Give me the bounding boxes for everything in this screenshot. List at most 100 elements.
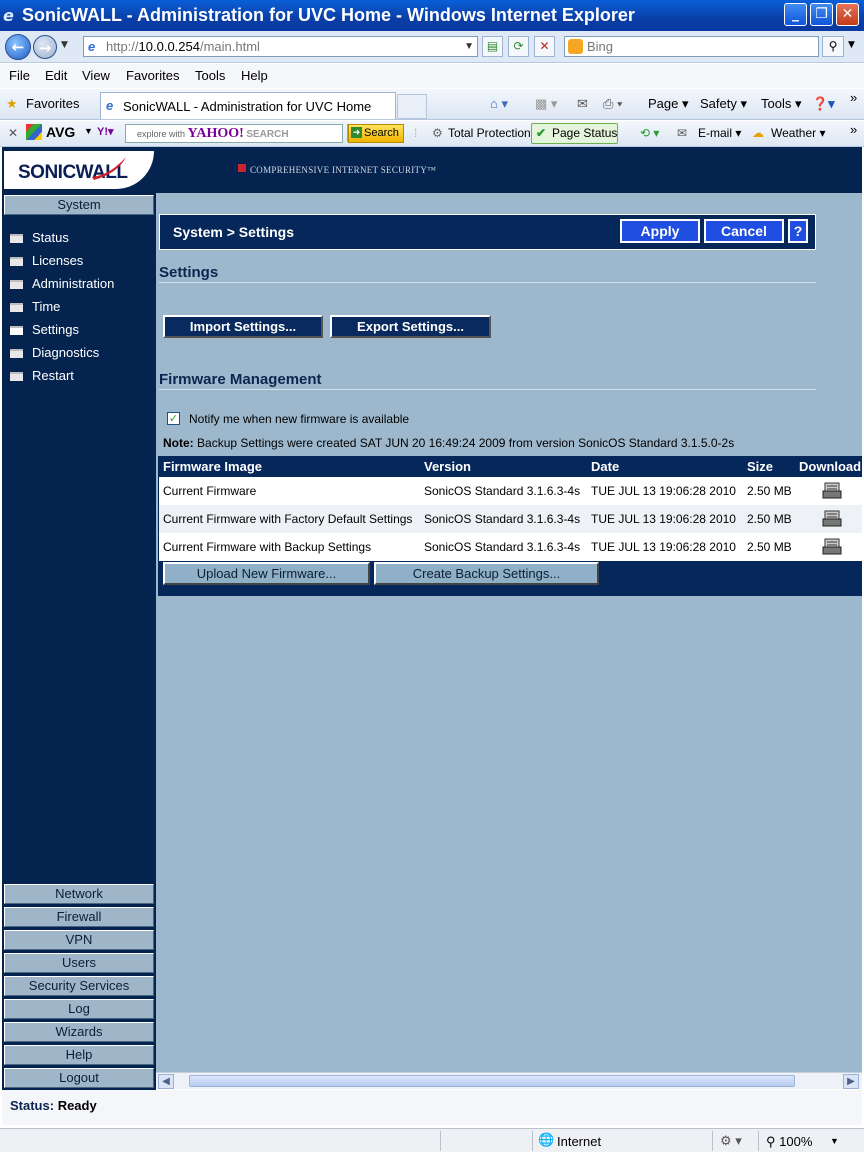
sidebar-button-help[interactable]: Help <box>4 1045 154 1065</box>
menu-help[interactable]: Help <box>241 68 268 83</box>
url-dropdown-icon[interactable]: ▼ <box>464 37 474 56</box>
avg-button[interactable]: AVG <box>46 124 75 140</box>
weather-label: Weather <box>771 126 817 140</box>
recent-pages-chevron-icon[interactable]: ▼ <box>61 40 68 50</box>
search-input[interactable]: Bing <box>564 36 819 57</box>
folder-open-icon <box>10 326 23 335</box>
search-placeholder: Bing <box>587 39 614 54</box>
page-icon: e <box>88 39 96 54</box>
status-label-text: Status: <box>10 1098 55 1113</box>
horizontal-scrollbar[interactable]: ◀ ▶ <box>156 1072 862 1089</box>
firmware-table: Firmware Image Version Date Size Downloa… <box>158 456 862 596</box>
sidebar-item-administration[interactable]: Administration <box>10 276 114 291</box>
sidebar-button-network[interactable]: Network <box>4 884 154 904</box>
weather-button[interactable]: Weather ▾ <box>771 126 826 140</box>
notify-label: Notify me when new firmware is available <box>189 412 410 426</box>
status-separator <box>712 1131 713 1151</box>
toolbar-refresh-icon[interactable]: ⟲ ▾ <box>640 126 659 140</box>
sidebar-section-system[interactable]: System <box>4 195 154 215</box>
bing-icon <box>568 39 583 54</box>
apply-button[interactable]: Apply <box>620 219 700 243</box>
url-prefix: http:// <box>106 39 139 54</box>
sidebar-item-licenses[interactable]: Licenses <box>10 253 83 268</box>
yahoo-y-icon[interactable]: Y!▾ <box>97 125 114 138</box>
menu-tools[interactable]: Tools <box>195 68 225 83</box>
maximize-button[interactable]: ❐ <box>810 3 833 26</box>
date-cell: TUE JUL 13 19:06:28 2010 <box>591 484 736 498</box>
url-input[interactable]: e http://10.0.0.254/main.html ▼ <box>83 36 478 57</box>
toolbar-close-icon[interactable]: ✕ <box>8 126 18 140</box>
download-icon[interactable] <box>822 537 842 555</box>
home-icon[interactable]: ⌂ ▾ <box>490 96 508 112</box>
search-button[interactable]: ➜ Search <box>348 124 404 143</box>
tab-sonicwall[interactable]: e SonicWALL - Administration for UVC Hom… <box>100 92 396 119</box>
sidebar-button-security-services[interactable]: Security Services <box>4 976 154 996</box>
compatibility-view-icon[interactable]: ▤ <box>482 36 503 57</box>
create-backup-button[interactable]: Create Backup Settings... <box>374 562 599 585</box>
total-protection-button[interactable]: Total Protection <box>448 126 531 140</box>
print-icon[interactable]: ⎙ ▾ <box>603 96 622 112</box>
toolbar-overflow-icon[interactable]: » <box>850 90 857 105</box>
url-host: 10.0.0.254 <box>138 39 200 54</box>
menu-favorites[interactable]: Favorites <box>126 68 179 83</box>
favorites-button[interactable]: Favorites <box>26 96 79 111</box>
security-zone: Internet <box>557 1134 602 1149</box>
search-icon[interactable]: ⚲ <box>822 36 844 57</box>
upload-firmware-button[interactable]: Upload New Firmware... <box>163 562 370 585</box>
help-icon[interactable]: ❓▾ <box>812 96 835 112</box>
tools-menu[interactable]: Tools ▾ <box>761 96 802 112</box>
new-tab-button[interactable] <box>397 94 427 119</box>
forward-button[interactable]: → <box>33 35 57 59</box>
help-button[interactable]: ? <box>788 219 808 243</box>
weather-icon: ☁ <box>752 126 764 140</box>
minimize-button[interactable]: _ <box>784 3 807 26</box>
menu-edit[interactable]: Edit <box>45 68 67 83</box>
page-status-bar: Status: Ready <box>2 1090 862 1125</box>
sidebar-button-users[interactable]: Users <box>4 953 154 973</box>
sidebar-item-diagnostics[interactable]: Diagnostics <box>10 345 99 360</box>
avg-chevron-icon[interactable]: ▼ <box>84 126 93 136</box>
notify-checkbox[interactable]: ✓ <box>167 412 180 425</box>
protected-mode-icon[interactable]: ⚙ ▾ <box>720 1133 742 1149</box>
sidebar-button-log[interactable]: Log <box>4 999 154 1019</box>
download-icon[interactable] <box>822 481 842 499</box>
back-button[interactable]: ← <box>5 34 31 60</box>
sonicwall-logo: SONICWALL <box>4 151 154 189</box>
sidebar-button-logout[interactable]: Logout <box>4 1068 154 1088</box>
tools-menu-label: Tools <box>761 96 792 111</box>
search-options-chevron-icon[interactable]: ▼ <box>848 40 855 50</box>
sidebar-item-restart[interactable]: Restart <box>10 368 74 383</box>
toolbar-overflow-icon[interactable]: » <box>850 122 857 137</box>
page-status-button[interactable]: ✔ Page Status <box>531 123 618 144</box>
sidebar-item-time[interactable]: Time <box>10 299 60 314</box>
email-button[interactable]: E-mail ▾ <box>698 126 741 140</box>
avg-logo-icon <box>26 124 42 140</box>
note-label: Note: <box>163 436 194 450</box>
download-icon[interactable] <box>822 509 842 527</box>
sidebar-item-label: Settings <box>32 322 79 337</box>
stop-icon[interactable]: ✕ <box>534 36 555 57</box>
zoom-chevron-icon[interactable]: ▼ <box>830 1136 839 1146</box>
read-mail-icon[interactable]: ✉ <box>577 96 588 112</box>
firmware-heading: Firmware Management <box>159 371 322 388</box>
sidebar-button-firewall[interactable]: Firewall <box>4 907 154 927</box>
scroll-right-icon[interactable]: ▶ <box>843 1074 859 1089</box>
sidebar-item-settings[interactable]: Settings <box>10 322 79 337</box>
cancel-button[interactable]: Cancel <box>704 219 784 243</box>
yahoo-search-input[interactable]: explore with YAHOO! SEARCH <box>125 124 343 143</box>
sidebar-button-vpn[interactable]: VPN <box>4 930 154 950</box>
menu-file[interactable]: File <box>9 68 30 83</box>
sidebar-item-status[interactable]: Status <box>10 230 69 245</box>
safety-menu[interactable]: Safety ▾ <box>700 96 747 112</box>
scroll-left-icon[interactable]: ◀ <box>158 1074 174 1089</box>
scroll-thumb[interactable] <box>189 1075 795 1087</box>
zoom-level[interactable]: ⚲ 100% <box>766 1134 812 1150</box>
sidebar-button-wizards[interactable]: Wizards <box>4 1022 154 1042</box>
import-settings-button[interactable]: Import Settings... <box>163 315 323 338</box>
export-settings-button[interactable]: Export Settings... <box>330 315 491 338</box>
menu-view[interactable]: View <box>82 68 110 83</box>
feeds-icon[interactable]: ▩ ▾ <box>535 96 557 112</box>
close-window-button[interactable]: ✕ <box>836 3 859 26</box>
refresh-icon[interactable]: ⟳ <box>508 36 529 57</box>
page-menu[interactable]: Page ▾ <box>648 96 689 112</box>
